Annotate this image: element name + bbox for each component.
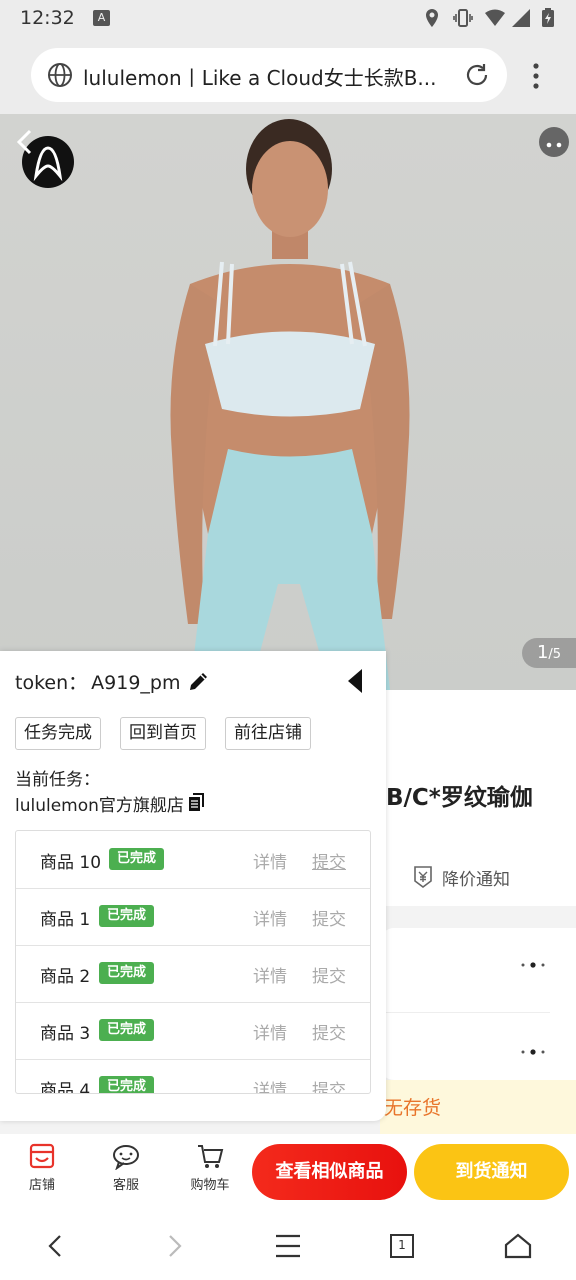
status-time: 12:32 (20, 7, 75, 29)
tab-count: 1 (398, 1238, 406, 1252)
list-item: 商品 2 已完成 详情 提交 (16, 945, 370, 1003)
bottom-action-bar: 店铺 客服 购物车 查看相似商品 到货通知 (0, 1134, 576, 1210)
detail-link[interactable]: 详情 (253, 848, 287, 873)
browser-nav-bar: 1 (0, 1210, 576, 1280)
submit-link[interactable]: 提交 (312, 848, 346, 873)
image-counter: 1/5 (522, 638, 576, 668)
edit-pencil-icon[interactable] (187, 669, 211, 693)
detail-link[interactable]: 详情 (253, 905, 287, 930)
address-bar[interactable]: lululemon丨Like a Cloud女士长款B... (31, 48, 507, 102)
vibrate-icon (453, 9, 473, 27)
status-badge: 已完成 (99, 905, 155, 927)
detail-link[interactable]: 详情 (253, 1019, 287, 1044)
cart-icon (198, 1145, 224, 1168)
option-more-icon[interactable] (520, 1049, 546, 1055)
back-icon[interactable] (40, 1230, 72, 1262)
page-title: lululemon丨Like a Cloud女士长款B... (83, 66, 437, 90)
item-name: 商品 10 (40, 853, 102, 873)
price-alert-button[interactable]: 降价通知 (442, 865, 510, 890)
image-counter-total: /5 (548, 647, 562, 662)
status-badge: 已完成 (109, 848, 165, 870)
service-button[interactable]: 客服 (96, 1142, 156, 1193)
keyboard-a-icon: A (93, 10, 110, 26)
go-to-shop-button[interactable]: 前往店铺 (225, 717, 311, 750)
status-badge: 已完成 (99, 1019, 155, 1041)
current-task-label: 当前任务： (15, 770, 100, 790)
options-card (380, 928, 576, 1080)
shop-button[interactable]: 店铺 (12, 1142, 72, 1193)
status-bar: 12:32 A (0, 0, 576, 36)
product-title: B/C*罗纹瑜伽 (386, 785, 533, 811)
submit-link[interactable]: 提交 (312, 962, 346, 987)
back-home-button[interactable]: 回到首页 (120, 717, 206, 750)
shop-label: 店铺 (28, 1178, 55, 1193)
submit-link[interactable]: 提交 (312, 1019, 346, 1044)
signal-icon (512, 9, 530, 27)
token-row: token： A919_pm (15, 668, 180, 695)
stock-status: 无存货 (384, 1097, 442, 1119)
current-task-value: lululemon官方旗舰店 (15, 796, 184, 816)
option-more-icon[interactable] (520, 962, 546, 968)
wifi-icon (485, 9, 505, 26)
list-item: 商品 10 已完成 详情 提交 (16, 831, 370, 889)
list-item: 商品 4 已完成 详情 提交 (16, 1059, 370, 1094)
task-panel: token： A919_pm 任务完成 回到首页 前往店铺 当前任务： lulul… (0, 651, 386, 1121)
task-complete-button[interactable]: 任务完成 (15, 717, 101, 750)
menu-icon[interactable] (272, 1230, 304, 1262)
stock-notice: 无存货 (380, 1080, 576, 1134)
browser-toolbar: lululemon丨Like a Cloud女士长款B... (0, 36, 576, 114)
status-badge: 已完成 (99, 962, 155, 984)
home-icon[interactable] (502, 1230, 534, 1262)
token-label: token： (15, 672, 88, 694)
detail-link[interactable]: 详情 (253, 962, 287, 987)
product-image[interactable]: 1/5 (0, 114, 576, 690)
copy-icon[interactable] (187, 792, 207, 812)
globe-icon (48, 63, 72, 87)
cart-label: 购物车 (190, 1178, 230, 1193)
more-options-icon[interactable] (539, 127, 569, 157)
forward-icon[interactable] (158, 1230, 190, 1262)
token-value: A919_pm (91, 672, 181, 694)
collapse-arrow-icon[interactable] (346, 667, 366, 695)
service-label: 客服 (112, 1178, 139, 1193)
price-alert-icon (414, 866, 432, 888)
battery-icon (542, 8, 554, 27)
image-counter-current: 1 (536, 642, 549, 663)
tabs-button[interactable]: 1 (386, 1230, 418, 1262)
item-name: 商品 3 (40, 1024, 91, 1044)
item-name: 商品 2 (40, 967, 91, 987)
task-item-list: 商品 10 已完成 详情 提交 商品 1 已完成 详情 提交 商品 2 已完成 … (15, 830, 371, 1094)
item-name: 商品 1 (40, 910, 91, 930)
arrival-notify-button[interactable]: 到货通知 (414, 1144, 569, 1200)
divider (380, 1012, 550, 1013)
submit-link[interactable]: 提交 (312, 905, 346, 930)
chat-icon (113, 1145, 139, 1170)
view-similar-button[interactable]: 查看相似商品 (252, 1144, 407, 1200)
model-photo (170, 119, 410, 690)
list-item: 商品 3 已完成 详情 提交 (16, 1002, 370, 1060)
cart-button[interactable]: 购物车 (180, 1142, 240, 1193)
back-arrow-icon[interactable] (10, 126, 42, 158)
submit-link[interactable]: 提交 (312, 1076, 346, 1093)
reload-icon[interactable] (463, 61, 491, 89)
item-name: 商品 4 (40, 1081, 91, 1094)
menu-kebab-icon[interactable] (524, 58, 548, 94)
list-item: 商品 1 已完成 详情 提交 (16, 888, 370, 946)
location-icon (426, 9, 438, 27)
status-badge: 已完成 (99, 1076, 155, 1093)
shop-icon (29, 1143, 55, 1169)
detail-link[interactable]: 详情 (253, 1076, 287, 1093)
